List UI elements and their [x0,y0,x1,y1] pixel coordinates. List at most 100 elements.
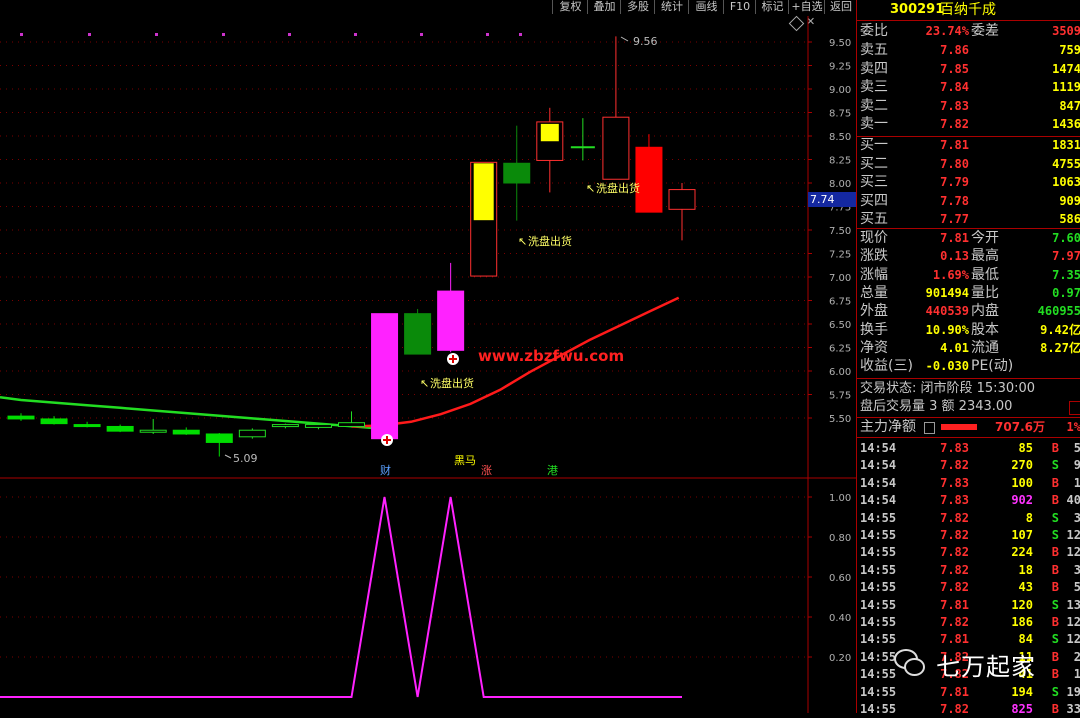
plus-marker-1[interactable] [381,434,393,446]
tick-time: 14:55 [860,615,897,629]
candle[interactable] [371,313,399,440]
top-dot [420,33,423,36]
stat-value: 440539 [925,304,969,319]
marker-cai: 财 [380,463,391,477]
tick-side: B [1051,702,1059,716]
candle[interactable] [404,308,432,355]
stat-row-1: 涨跌 0.13 最高 7.97 [857,247,1080,265]
candle[interactable] [238,428,266,439]
sell-level-2[interactable]: 卖四 7.85 1474 [857,60,1080,78]
candle[interactable] [503,125,531,221]
tick-count: 12 [1066,632,1080,647]
buy-level-3[interactable]: 买三 7.79 1063 [857,173,1080,191]
stat-value: 1.69% [932,267,969,282]
candle[interactable] [40,416,68,425]
tick-row: 14:54 7.83 100 B 1 [857,475,1080,492]
stat-row-5: 换手 10.90% 股本 9.42亿 [857,321,1080,339]
candlestick-chart[interactable]: www.zbzfwu.com 9.56 5.09 ↖ 洗盘出货 ↖ 洗盘出货 ↖… [0,0,856,713]
stat-label: PE(动) [971,358,1014,375]
level-price: 7.80 [940,156,969,171]
tick-count: 3 [1073,510,1080,525]
candle[interactable] [437,262,465,353]
sell-level-3[interactable]: 卖三 7.84 1119 [857,78,1080,96]
plus-marker-2[interactable] [447,353,459,365]
tick-price: 7.82 [940,528,969,542]
stat-value: 901494 [925,285,969,300]
annotation-high: 9.56 [620,35,658,48]
buy-level-4[interactable]: 买四 7.78 909 [857,192,1080,210]
tick-price: 7.83 [940,441,969,455]
stat-value: 7.60 [1052,231,1080,245]
trading-app: 复权 叠加 多股 统计 画线 F10 标记 +自选 返回 ✕ www.zbzfwu.com 9.… [0,0,1080,716]
wash-label-2: 洗盘出货 [528,234,572,248]
low-label: 5.09 [233,452,258,465]
price-tick-label: 9.00 [829,85,851,96]
candle[interactable] [635,134,663,213]
buy-level-1[interactable]: 买一 7.81 1831 [857,136,1080,154]
candle[interactable] [106,424,134,433]
divider [856,20,1080,21]
annotation-wash-3: ↖ 洗盘出货 [586,181,640,195]
candle[interactable] [536,107,564,193]
candle[interactable] [271,423,299,429]
wash-label-1: 洗盘出货 [430,376,474,390]
candle[interactable] [470,161,498,277]
candle[interactable] [602,36,630,180]
candle[interactable] [570,118,595,161]
tick-price: 7.82 [940,458,969,473]
tick-time: 14:55 [860,580,897,595]
scroll-icon[interactable] [1069,401,1080,415]
tick-count: 1 [1073,475,1080,490]
candle[interactable] [73,421,101,428]
tick-row: 14:55 7.82 186 B 12 [857,614,1080,631]
tick-count: 33 [1066,702,1080,716]
tick-volume: 270 [1011,458,1033,473]
level-price: 7.85 [940,61,969,76]
price-tick-label: 8.75 [829,109,851,120]
candle[interactable] [304,423,332,430]
annotation-low: 5.09 [224,452,258,465]
candle[interactable] [172,427,200,435]
price-tick-label: 5.75 [829,391,851,402]
stat-label: 收益(三) [860,358,913,375]
candle[interactable] [7,413,35,421]
stat-value: 7.97 [1052,249,1080,264]
main-grid [0,41,812,419]
level-price: 7.86 [940,43,969,57]
sell-level-1[interactable]: 卖五 7.86 759 [857,41,1080,59]
tick-volume: 8 [1025,510,1033,525]
trade-status-text: 交易状态: 闭市阶段 15:30:00 [860,381,1036,396]
divider [856,378,1080,379]
tick-side: S [1051,458,1059,473]
indicator-tick-label: 0.60 [829,573,851,584]
current-price-label: 7.74 [810,193,835,206]
candle-body [7,415,35,420]
candle-body [73,424,101,428]
candle[interactable] [205,433,233,457]
sell-level-5[interactable]: 卖一 7.82 1436 [857,115,1080,133]
tick-price: 7.83 [940,493,969,508]
tick-time: 14:55 [860,702,897,716]
stock-header[interactable]: 300291 百纳千成 [857,0,1080,20]
candle-body [668,189,696,210]
stat-value: 7.35 [1052,267,1080,282]
stat-row-3: 总量 901494 量比 0.97 [857,284,1080,302]
after-hours-text: 盘后交易量 3 额 2343.00 [860,399,1013,414]
buy-level-5[interactable]: 买五 7.77 586 [857,210,1080,228]
candle[interactable] [668,183,696,241]
svg-text:↖: ↖ [586,182,595,195]
quote-panel: 300291 百纳千成 委比 23.74% 委差 3509 卖五 7.86 759 卖… [856,0,1080,716]
tick-price: 7.81 [940,597,969,612]
stat-label: 最低 [971,266,999,283]
sell-level-4[interactable]: 卖二 7.83 847 [857,97,1080,115]
main-flow-row[interactable]: 主力净额 707.6万 1% [857,418,1080,436]
top-dot [222,33,225,36]
price-tick-label: 6.75 [829,297,851,308]
tick-time: 14:54 [860,475,897,490]
buy-level-2[interactable]: 买二 7.80 4755 [857,155,1080,173]
tick-count: 1 [1073,667,1080,682]
tick-side: S [1051,510,1059,525]
candle-highlight [473,163,494,221]
candle[interactable] [139,418,167,434]
candle[interactable] [338,411,365,428]
